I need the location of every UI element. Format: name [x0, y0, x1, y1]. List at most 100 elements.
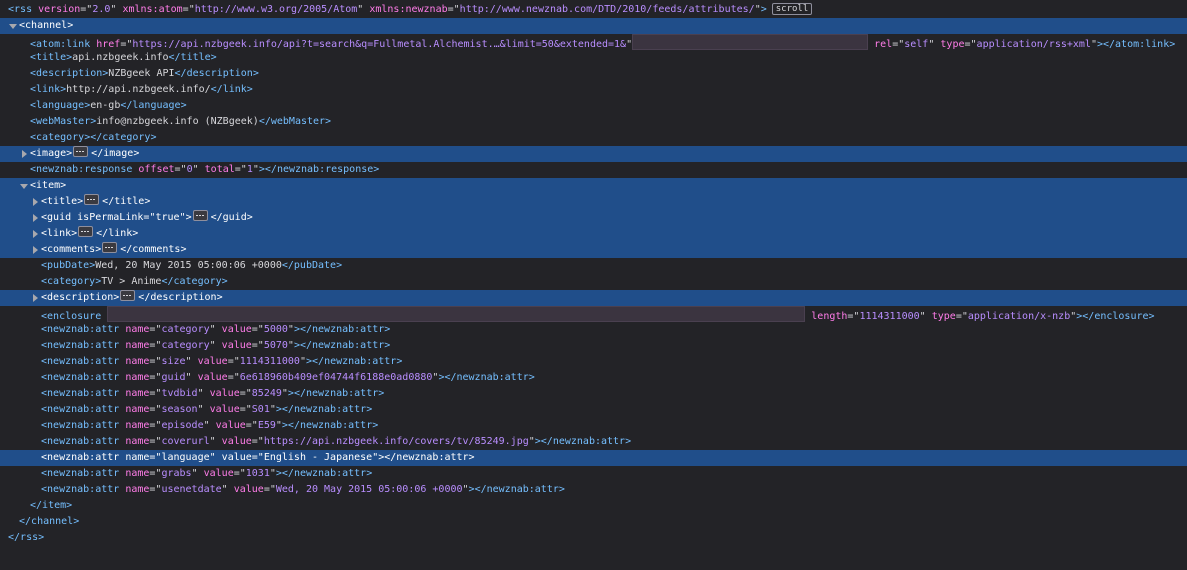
tag-bracket: ></	[275, 468, 294, 479]
tag-bracket: </	[281, 260, 294, 271]
newznab-attr-row[interactable]: <newznab:attr name="season" value="S01">…	[0, 402, 1187, 418]
tag-bracket: >	[66, 500, 73, 511]
node-markup: <rss version="2.0" xmlns:atom="http://ww…	[8, 2, 813, 18]
item-pubdate-text: Wed, 20 May 2015 05:00:06 +0000	[95, 260, 282, 271]
channel-category[interactable]: <category></category>	[0, 130, 1187, 146]
newznab-attr-row[interactable]: <newznab:attr name="grabs" value="1031">…	[0, 466, 1187, 482]
newznab-attr-row[interactable]: <newznab:attr name="usenetdate" value="W…	[0, 482, 1187, 498]
rss-open-line[interactable]: <rss version="2.0" xmlns:atom="http://ww…	[0, 2, 1187, 18]
tag-name: item	[42, 500, 67, 511]
xml-tree-view[interactable]: <rss version="2.0" xmlns:atom="http://ww…	[0, 0, 1187, 570]
attr-name: type	[940, 39, 965, 50]
item-enclosure[interactable]: <enclosure length="1114311000" type="app…	[0, 306, 1187, 322]
rss-close-line[interactable]: </rss>	[0, 530, 1187, 546]
tag-name: category	[102, 132, 151, 143]
newznab-attr-row[interactable]: <newznab:attr name="coverurl" value="htt…	[0, 434, 1187, 450]
node-markup: <pubDate>Wed, 20 May 2015 05:00:06 +0000…	[41, 258, 342, 274]
newznab-response-line[interactable]: <newznab:response offset="0" total="1"><…	[0, 162, 1187, 178]
attr-name: value	[209, 388, 240, 399]
channel-description[interactable]: <description>NZBgeek API</description>	[0, 66, 1187, 82]
expand-ellipsis-button[interactable]	[84, 194, 100, 205]
atom-link-line[interactable]: <atom:link href="https://api.nzbgeek.inf…	[0, 34, 1187, 50]
channel-language[interactable]: <language>en-gb</language>	[0, 98, 1187, 114]
item-open-line[interactable]: <item>	[0, 178, 1187, 194]
channel-image[interactable]: <image> </image>	[0, 146, 1187, 162]
attr-name-value: season	[161, 404, 198, 415]
tag-name: title	[180, 52, 211, 63]
attr-name-value: guid	[161, 372, 186, 383]
chevron-right-icon[interactable]	[30, 194, 40, 210]
tag-name: description	[47, 292, 114, 303]
attr-name: name	[125, 468, 150, 479]
tag-name: newznab:attr	[552, 436, 626, 447]
chevron-right-icon[interactable]	[30, 290, 40, 306]
newznab-attr-row[interactable]: <newznab:attr name="language" value="Eng…	[0, 450, 1187, 466]
tag-bracket: >	[180, 100, 187, 111]
node-markup: <newznab:attr name="category" value="500…	[41, 322, 390, 338]
newznab-attr-row[interactable]: <newznab:attr name="guid" value="6e61896…	[0, 370, 1187, 386]
node-markup: <category>TV > Anime</category>	[41, 274, 228, 290]
attr-punct: ="	[149, 452, 162, 463]
attr-name: value	[221, 324, 252, 335]
attr-value: 1114311000	[859, 311, 920, 322]
scroll-badge[interactable]: scroll	[771, 3, 813, 15]
attr-name: xmlns:atom	[122, 4, 183, 15]
expand-ellipsis-button[interactable]	[102, 242, 118, 253]
item-guid[interactable]: <guid isPermaLink="true"> </guid>	[0, 210, 1187, 226]
channel-title[interactable]: <title>api.nzbgeek.info</title>	[0, 50, 1187, 66]
node-markup: <link> </link>	[41, 226, 138, 242]
tag-bracket: </	[138, 292, 151, 303]
chevron-right-icon[interactable]	[30, 210, 40, 226]
newznab-attr-row[interactable]: <newznab:attr name="tvdbid" value="85249…	[0, 386, 1187, 402]
newznab-attr-row[interactable]: <newznab:attr name="episode" value="E59"…	[0, 418, 1187, 434]
node-markup: <description>NZBgeek API</description>	[30, 66, 259, 82]
expand-ellipsis-button[interactable]	[73, 146, 89, 157]
tag-bracket: ></	[293, 340, 313, 351]
item-title[interactable]: <title> </title>	[0, 194, 1187, 210]
attr-punct: ="	[245, 420, 258, 431]
expand-ellipsis-button[interactable]	[78, 226, 94, 237]
attr-punct: ="	[239, 388, 252, 399]
newznab-attr-row[interactable]: <newznab:attr name="category" value="500…	[0, 322, 1187, 338]
tag-name: newznab:attr	[293, 404, 367, 415]
tag-name: newznab:response	[276, 164, 374, 175]
chevron-right-icon[interactable]	[30, 226, 40, 242]
chevron-down-icon[interactable]	[8, 18, 18, 34]
node-markup: </channel>	[19, 514, 79, 530]
item-link[interactable]: <link> </link>	[0, 226, 1187, 242]
node-markup: <newznab:attr name="coverurl" value="htt…	[41, 434, 631, 450]
expand-ellipsis-button[interactable]	[192, 210, 208, 221]
tag-name: category	[47, 276, 96, 287]
item-comments[interactable]: <comments> </comments>	[0, 242, 1187, 258]
tag-bracket: </	[210, 212, 223, 223]
tag-name: pubDate	[293, 260, 337, 271]
node-markup: <title> </title>	[41, 194, 150, 210]
attr-value: application/x-nzb	[967, 311, 1071, 322]
tag-bracket: >	[60, 180, 67, 191]
channel-open-line[interactable]: <channel>	[0, 18, 1187, 34]
attr-value: https://api.nzbgeek.info/covers/tv/85249…	[263, 436, 529, 447]
channel-close-line[interactable]: </channel>	[0, 514, 1187, 530]
item-close-line[interactable]: </item>	[0, 498, 1187, 514]
expand-ellipsis-button[interactable]	[120, 290, 136, 301]
tag-bracket: >	[144, 196, 151, 207]
tag-bracket: >	[66, 148, 73, 159]
tag-bracket: >	[133, 148, 140, 159]
tag-name: channel	[31, 516, 74, 527]
tag-bracket: </	[168, 52, 181, 63]
chevron-down-icon[interactable]	[19, 178, 29, 194]
tag-bracket: ></	[306, 356, 325, 367]
channel-link[interactable]: <link>http://api.nzbgeek.info/</link>	[0, 82, 1187, 98]
tag-bracket: >	[1169, 39, 1176, 50]
redacted-block	[107, 306, 806, 322]
tag-name: newznab:attr	[456, 372, 529, 383]
node-markup: <newznab:attr name="tvdbid" value="85249…	[41, 386, 384, 402]
item-description[interactable]: <description> </description>	[0, 290, 1187, 306]
newznab-attr-row[interactable]: <newznab:attr name="category" value="507…	[0, 338, 1187, 354]
chevron-right-icon[interactable]	[19, 146, 29, 162]
item-pubdate[interactable]: <pubDate>Wed, 20 May 2015 05:00:06 +0000…	[0, 258, 1187, 274]
item-category[interactable]: <category>TV > Anime</category>	[0, 274, 1187, 290]
channel-webmaster[interactable]: <webMaster>info@nzbgeek.info (NZBgeek)</…	[0, 114, 1187, 130]
chevron-right-icon[interactable]	[30, 242, 40, 258]
newznab-attr-row[interactable]: <newznab:attr name="size" value="1114311…	[0, 354, 1187, 370]
